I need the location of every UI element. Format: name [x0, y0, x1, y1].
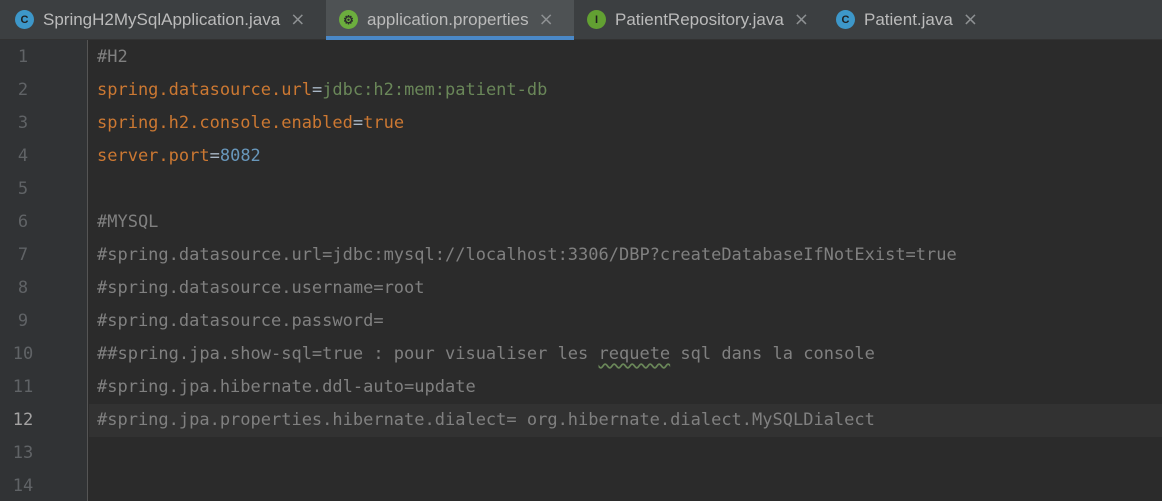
line-number[interactable]: 6 [0, 206, 46, 239]
spring-class-icon: C [15, 10, 34, 29]
code-editor[interactable]: 1 2 3 4 5 6 7 8 9 10 11 12 13 14 #H2 spring.datasource… [0, 40, 1162, 501]
code-line[interactable]: spring.h2.console.enabled=true [97, 107, 404, 140]
line-number[interactable]: 3 [0, 107, 46, 140]
line-number-gutter: 1 2 3 4 5 6 7 8 9 10 11 12 13 14 [0, 40, 88, 501]
line-number[interactable]: 12 [0, 404, 46, 437]
code-line[interactable]: spring.datasource.url=jdbc:h2:mem:patien… [97, 74, 547, 107]
line-number[interactable]: 11 [0, 371, 46, 404]
code-line[interactable]: #MYSQL [97, 206, 158, 239]
code-line[interactable]: #spring.jpa.properties.hibernate.dialect… [97, 404, 875, 437]
tab-patient[interactable]: C Patient.java × [822, 0, 992, 39]
code-token: sql dans la console [670, 344, 875, 364]
code-line[interactable]: #spring.datasource.password= [97, 305, 384, 338]
line-number[interactable]: 10 [0, 338, 46, 371]
code-token: 8082 [219, 146, 261, 166]
interface-icon: I [587, 10, 606, 29]
line-number[interactable]: 8 [0, 272, 46, 305]
code-line[interactable]: server.port=8082 [97, 140, 261, 173]
line-number[interactable]: 4 [0, 140, 46, 173]
code-token: #MYSQL [97, 212, 159, 232]
code-token: #spring.datasource.url=jdbc:mysql://loca… [97, 245, 957, 265]
code-token: = [209, 146, 220, 166]
line-number[interactable]: 9 [0, 305, 46, 338]
code-token: true [363, 113, 405, 133]
code-line[interactable]: #spring.datasource.url=jdbc:mysql://loca… [97, 239, 957, 272]
code-line[interactable]: #H2 [97, 41, 128, 74]
code-token: spring.h2.console.enabled [97, 113, 353, 133]
tab-application-properties[interactable]: ⚙ application.properties × [326, 0, 574, 40]
close-icon[interactable]: × [290, 10, 305, 29]
code-token: #spring.jpa.properties.hibernate.dialect… [97, 410, 875, 430]
code-token: requete [598, 344, 671, 364]
class-icon: C [836, 10, 855, 29]
code-token: #spring.datasource.password= [97, 311, 384, 331]
code-token: = [311, 80, 323, 100]
line-number[interactable]: 14 [0, 470, 46, 501]
tab-label: SpringH2MySqlApplication.java [43, 9, 281, 29]
tab-label: application.properties [367, 9, 529, 29]
code-token: = [352, 113, 364, 133]
close-icon[interactable]: × [963, 10, 978, 29]
code-token: spring.datasource.url [97, 80, 312, 100]
line-number[interactable]: 2 [0, 74, 46, 107]
code-line[interactable]: #spring.datasource.username=root [97, 272, 425, 305]
ide-window: C SpringH2MySqlApplication.java × ⚙ appl… [0, 0, 1162, 501]
line-number[interactable]: 1 [0, 41, 46, 74]
spring-leaf-icon: ⚙ [339, 10, 358, 29]
code-token: #spring.jpa.hibernate.ddl-auto=update [97, 377, 476, 397]
tab-label: PatientRepository.java [615, 9, 784, 29]
code-token: #spring.datasource.username=root [97, 278, 425, 298]
code-line[interactable]: ##spring.jpa.show-sql=true : pour visual… [97, 338, 875, 371]
code-token: jdbc:h2:mem:patient-db [322, 80, 548, 100]
line-number[interactable]: 5 [0, 173, 46, 206]
tab-springh2mysqlapplication[interactable]: C SpringH2MySqlApplication.java × [0, 0, 326, 39]
tab-patientrepository[interactable]: I PatientRepository.java × [574, 0, 822, 39]
tab-label: Patient.java [864, 9, 953, 29]
code-line[interactable]: #spring.jpa.hibernate.ddl-auto=update [97, 371, 476, 404]
close-icon[interactable]: × [794, 10, 809, 29]
code-token: server.port [97, 146, 210, 166]
close-icon[interactable]: × [539, 10, 554, 29]
code-token: #H2 [97, 47, 128, 67]
line-number[interactable]: 7 [0, 239, 46, 272]
editor-tab-bar: C SpringH2MySqlApplication.java × ⚙ appl… [0, 0, 1162, 40]
code-token: ##spring.jpa.show-sql=true : pour visual… [97, 344, 599, 364]
line-number[interactable]: 13 [0, 437, 46, 470]
